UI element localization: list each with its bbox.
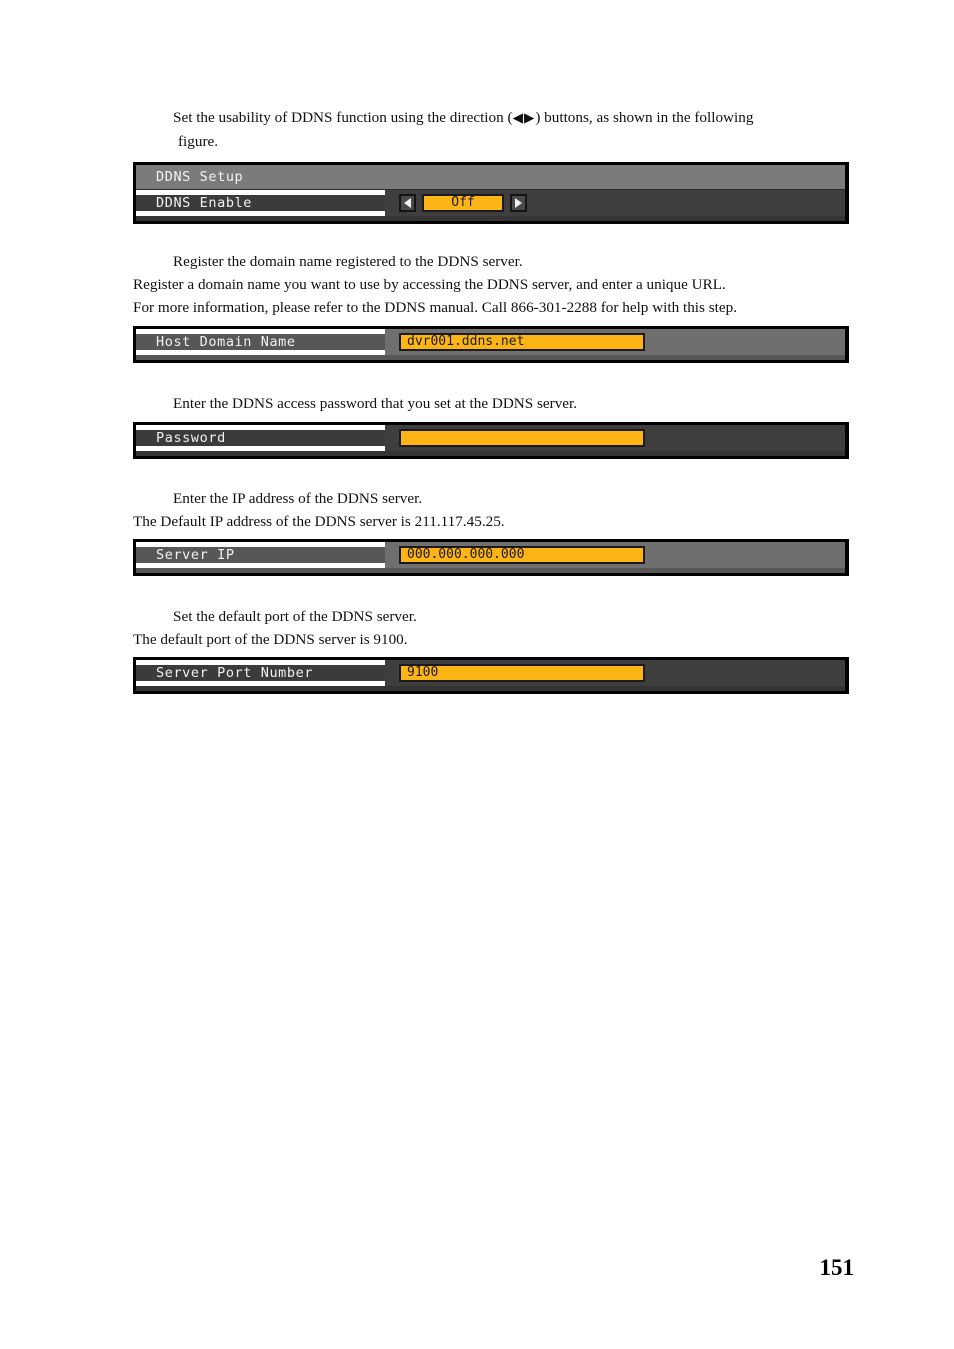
paragraph-line: figure. [178, 133, 219, 150]
password-value[interactable] [399, 429, 645, 447]
osd-label-server-ip: Server IP [136, 547, 385, 563]
paragraph-password: Enter the DDNS access password that you … [133, 392, 833, 415]
ddns-enable-value[interactable]: Off [422, 194, 504, 212]
osd-fieldzone-host-domain-name: dvr001.ddns.net [385, 329, 845, 355]
paragraph-server-ip: Enter the IP address of the DDNS server.… [133, 487, 833, 533]
osd-label-server-port-number: Server Port Number [136, 665, 385, 681]
osd-label-host-domain-name: Host Domain Name [136, 334, 385, 350]
paragraph-line: For more information, please refer to th… [133, 299, 737, 316]
osd-panel-password: Password [133, 422, 849, 459]
paragraph-line: Enter the IP address of the DDNS server. [173, 490, 423, 507]
osd-fieldzone-server-port-number: 9100 [385, 660, 845, 686]
osd-panel-footer [136, 216, 845, 221]
osd-fieldzone-server-ip: 000.000.000.000 [385, 542, 845, 568]
osd-panel-footer [136, 686, 845, 691]
paragraph-line: Set the usability of DDNS function using… [133, 106, 833, 130]
osd-header-fieldzone [385, 165, 845, 189]
osd-fieldzone-password [385, 425, 845, 451]
osd-panel-footer [136, 568, 845, 573]
document-page: Set the usability of DDNS function using… [0, 0, 954, 1349]
paragraph-host-domain-name: Register the domain name registered to t… [133, 250, 833, 319]
paragraph-line: The default port of the DDNS server is 9… [133, 631, 408, 648]
osd-panel-ddns-setup: DDNS Setup DDNS Enable Off [133, 162, 849, 224]
osd-label-password: Password [136, 430, 385, 446]
osd-panel-host-domain-name: Host Domain Name dvr001.ddns.net [133, 326, 849, 363]
osd-row-server-ip: Server IP 000.000.000.000 [136, 542, 845, 568]
paragraph-line: Register the domain name registered to t… [173, 253, 523, 270]
paragraph-line: Set the default port of the DDNS server. [173, 608, 417, 625]
paragraph-line: The Default IP address of the DDNS serve… [133, 513, 505, 530]
arrow-right-icon[interactable] [510, 194, 527, 212]
osd-panel-footer [136, 355, 845, 360]
server-ip-value[interactable]: 000.000.000.000 [399, 546, 645, 564]
paragraph-line: Register a domain name you want to use b… [133, 276, 726, 293]
page-number: 151 [819, 1255, 855, 1280]
osd-row-password: Password [136, 425, 845, 451]
host-domain-name-value[interactable]: dvr001.ddns.net [399, 333, 645, 351]
osd-header-row-ddns-setup: DDNS Setup [136, 165, 845, 189]
osd-header-label: DDNS Setup [136, 169, 385, 185]
server-port-number-value[interactable]: 9100 [399, 664, 645, 682]
osd-panel-server-ip: Server IP 000.000.000.000 [133, 539, 849, 576]
osd-row-ddns-enable: DDNS Enable Off [136, 189, 845, 216]
paragraph-line: Enter the DDNS access password that you … [173, 395, 578, 412]
osd-fieldzone-ddns-enable: Off [385, 190, 845, 216]
paragraph-text-pre: Set the usability of DDNS function using… [173, 109, 513, 126]
osd-label-ddns-enable: DDNS Enable [136, 195, 385, 211]
paragraph-ddns-enable: Set the usability of DDNS function using… [133, 106, 833, 153]
osd-panel-server-port-number: Server Port Number 9100 [133, 657, 849, 694]
osd-row-host-domain-name: Host Domain Name dvr001.ddns.net [136, 329, 845, 355]
osd-row-server-port-number: Server Port Number 9100 [136, 660, 845, 686]
triangle-right-shape [515, 198, 522, 208]
osd-panel-footer [136, 451, 845, 456]
paragraph-server-port-number: Set the default port of the DDNS server.… [133, 605, 833, 651]
arrow-left-icon[interactable] [399, 194, 416, 212]
direction-arrows-glyph: ◀▶ [512, 110, 536, 126]
triangle-left-shape [404, 198, 411, 208]
paragraph-text-post: ) buttons, as shown in the following [535, 109, 754, 126]
